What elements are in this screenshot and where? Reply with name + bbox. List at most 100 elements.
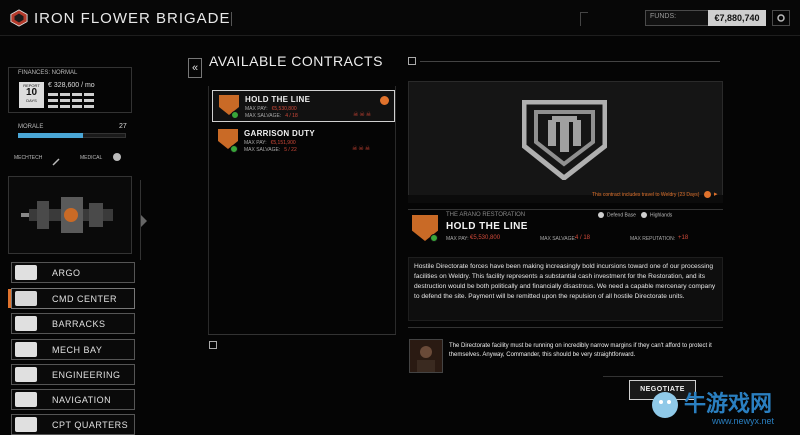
company-title: IRON FLOWER BRIGADE: [34, 10, 231, 27]
pay-value: €5,530,800: [271, 106, 297, 112]
highlands-icon: [641, 212, 647, 218]
commander-avatar-icon: [417, 346, 435, 372]
detail-divider-bottom: [408, 327, 723, 328]
pay-value: €5,151,900: [270, 140, 296, 146]
tag-defend-base: Defend Base: [598, 212, 636, 218]
travel-note: This contract includes travel to Weldry …: [592, 192, 700, 198]
detail-corner-marker: [408, 57, 416, 65]
max-salvage-label: MAX SALVAGE:: [540, 236, 577, 242]
tag-label: Highlands: [650, 212, 673, 219]
watermark: 牛游戏网 www.newyx.net: [646, 382, 800, 435]
difficulty-skull-icons: ☠☠☠: [353, 112, 373, 118]
nav-item-navigation[interactable]: NAVIGATION: [11, 389, 135, 410]
funds-value: €7,880,740: [708, 10, 766, 26]
nav-item-cpt-quarters[interactable]: CPT QUARTERS: [11, 414, 135, 435]
engineering-icon: [15, 367, 37, 382]
max-salvage-value: 4 / 18: [575, 235, 591, 241]
nav-item-label: MECH BAY: [52, 345, 103, 355]
list-divider: [208, 334, 396, 335]
company-logo-icon: [10, 9, 28, 27]
wrench-icon: [52, 153, 62, 166]
negotiate-divider: [603, 376, 723, 377]
max-reputation-value: +18: [678, 235, 689, 241]
mech-bay-icon: [15, 342, 37, 357]
argo-ship-panel[interactable]: [8, 176, 132, 254]
commander-quote: The Directorate facility must be running…: [449, 343, 712, 358]
salvage-value: 4 / 18: [285, 113, 298, 119]
navigation-icon: [15, 392, 37, 407]
contract-status-icon: [231, 111, 239, 119]
nav-item-barracks[interactable]: BARRACKS: [11, 313, 135, 334]
medical-icon: [113, 153, 121, 161]
settings-button[interactable]: [772, 10, 790, 26]
list-corner-marker: [209, 341, 217, 349]
morale-label: MORALE: [18, 124, 44, 130]
nav-item-label: BARRACKS: [52, 319, 106, 329]
nav-item-label: CPT QUARTERS: [52, 420, 129, 430]
barracks-icon: [15, 316, 37, 331]
funds-label: FUNDS:: [650, 13, 677, 20]
mechtech-label: MECHTECH: [14, 155, 43, 161]
nav-item-argo[interactable]: ARGO: [11, 262, 135, 283]
watermark-text: 牛游戏网: [684, 392, 773, 417]
tag-label: Defend Base: [607, 212, 636, 219]
title-bracket: [228, 12, 232, 26]
morale-bar-fill: [18, 133, 83, 138]
cpt-quarters-icon: [15, 417, 37, 432]
tag-highlands: Highlands: [641, 212, 672, 218]
contract-name: HOLD THE LINE: [245, 95, 311, 104]
contract-pay: MAX PAY: €5,530,800: [245, 106, 297, 112]
difficulty-skull-icons: ☠☠☠: [352, 146, 372, 152]
funds-bracket: [580, 12, 588, 26]
sidebar-toggle-icon[interactable]: [141, 215, 147, 227]
faction-emblem-icon: [522, 100, 607, 180]
pay-label: MAX PAY:: [245, 106, 268, 112]
watermark-logo-icon: [652, 392, 678, 418]
detail-divider: [420, 61, 720, 62]
nav-item-cmd-center[interactable]: CMD CENTER: [8, 288, 135, 309]
contract-item[interactable]: GARRISON DUTY MAX PAY: €5,151,900 MAX SALVA…: [212, 125, 395, 157]
max-pay-value: €5,530,800: [470, 235, 501, 241]
travel-icon: [380, 96, 389, 105]
nav-item-engineering[interactable]: ENGINEERING: [11, 364, 135, 385]
contract-title: HOLD THE LINE: [446, 221, 528, 232]
nav-item-label: ENGINEERING: [52, 370, 121, 380]
travel-arrow-icon[interactable]: ▸: [714, 190, 718, 198]
burn-rate: € 328,600 / mo: [48, 82, 95, 89]
contracts-heading: AVAILABLE CONTRACTS: [209, 53, 383, 69]
employer-name: THE ARANO RESTORATION: [446, 212, 526, 218]
pay-label: MAX PAY:: [244, 140, 267, 146]
contract-name: GARRISON DUTY: [244, 129, 316, 138]
gear-icon: [777, 14, 785, 22]
contract-description: Hostile Directorate forces have been mak…: [414, 263, 716, 300]
contract-item[interactable]: HOLD THE LINE MAX PAY: €5,530,800 MAX SALVA…: [212, 90, 395, 122]
contract-salvage: MAX SALVAGE: 5 / 22: [244, 147, 297, 153]
salvage-label: MAX SALVAGE:: [244, 147, 281, 153]
argo-icon: [15, 265, 37, 280]
report-countdown[interactable]: REPORT 10 DAYS: [19, 82, 44, 108]
collapse-button[interactable]: «: [188, 58, 202, 78]
finance-meter: [48, 93, 128, 109]
max-pay-label: MAX PAY:: [446, 236, 469, 242]
finances-label: FINANCES: NORMAL: [18, 70, 78, 76]
defend-base-icon: [598, 212, 604, 218]
report-days-label: DAYS: [26, 98, 37, 103]
nav-item-mech-bay[interactable]: MECH BAY: [11, 339, 135, 360]
active-indicator: [8, 289, 11, 308]
nav-item-label: ARGO: [52, 268, 81, 278]
nav-item-label: CMD CENTER: [52, 294, 117, 304]
argo-ship-icon: [21, 197, 113, 233]
medical-label: MEDICAL: [80, 155, 103, 161]
salvage-value: 5 / 22: [284, 147, 297, 153]
contract-status-icon: [230, 145, 238, 153]
morale-value: 27: [119, 123, 127, 130]
cmd-center-icon: [15, 291, 37, 306]
nav-item-label: NAVIGATION: [52, 395, 112, 405]
contract-pay: MAX PAY: €5,151,900: [244, 140, 296, 146]
watermark-url: www.newyx.net: [712, 416, 775, 426]
contract-salvage: MAX SALVAGE: 4 / 18: [245, 113, 298, 119]
max-reputation-label: MAX REPUTATION:: [630, 236, 676, 242]
report-days-value: 10: [25, 87, 38, 98]
contracts-list-panel: [208, 86, 396, 334]
travel-icon: [704, 191, 711, 198]
